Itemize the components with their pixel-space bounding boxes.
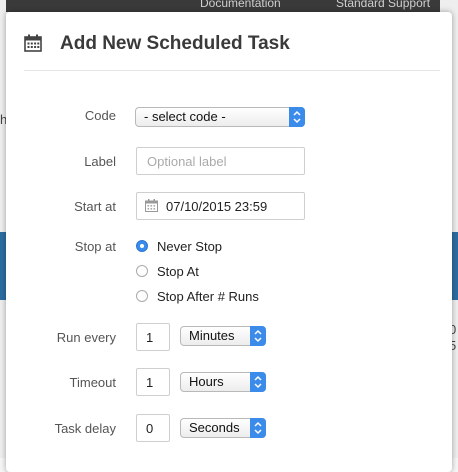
task-delay-unit-value: Seconds [189,420,240,435]
code-select-value: - select code - [144,109,226,124]
modal-title: Add New Scheduled Task [60,33,290,54]
code-label: Code [84,108,116,123]
modal-header: Add New Scheduled Task [6,12,452,70]
radio-label-never-stop: Never Stop [157,239,223,254]
task-delay-unit-select[interactable]: Seconds [180,418,266,438]
radio-never-stop[interactable] [136,240,148,252]
timeout-input[interactable] [136,368,170,396]
label-field-label: Label [84,154,116,169]
select-arrows-icon [250,418,266,438]
radio-stop-at[interactable] [136,265,148,277]
stop-at-label: Stop at [74,239,116,254]
run-every-unit-select[interactable]: Minutes [180,326,266,346]
background-link-support[interactable]: Standard Support [336,0,430,10]
start-at-label: Start at [74,199,116,214]
start-at-value: 07/10/2015 23:59 [166,199,268,214]
calendar-icon [145,199,158,215]
start-at-input[interactable]: 07/10/2015 23:59 [136,192,305,220]
run-every-label: Run every [56,330,116,345]
calendar-icon [24,34,42,52]
run-every-input[interactable] [136,323,170,351]
background-link-documentation[interactable]: Documentation [200,0,281,10]
label-input[interactable] [136,147,305,175]
timeout-label: Timeout [69,375,116,390]
background-topbar: Documentation Standard Support [0,0,458,12]
run-every-unit-value: Minutes [189,328,235,343]
timeout-unit-value: Hours [189,374,224,389]
select-arrows-icon [289,107,305,127]
header-divider [24,70,440,71]
select-arrows-icon [250,372,266,392]
code-select[interactable]: - select code - [135,107,305,127]
radio-label-stop-at: Stop At [157,264,199,279]
select-arrows-icon [250,326,266,346]
timeout-unit-select[interactable]: Hours [180,372,266,392]
radio-label-stop-after-runs: Stop After # Runs [157,289,259,304]
task-delay-input[interactable] [136,414,170,442]
task-delay-label: Task delay [54,421,116,436]
radio-stop-after-runs[interactable] [136,290,148,302]
scheduled-task-modal: Add New Scheduled Task Code - select cod… [6,12,452,472]
